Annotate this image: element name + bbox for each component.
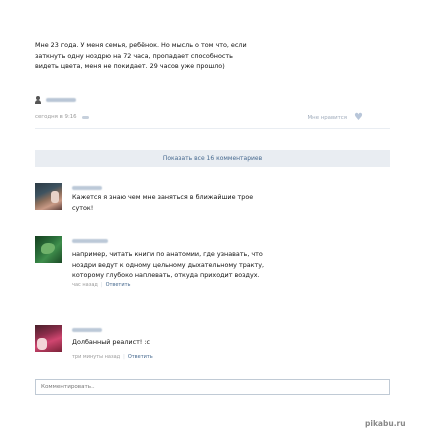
comment-text: например, читать книги по анатомии, где … (72, 249, 264, 281)
avatar[interactable] (35, 236, 62, 263)
person-icon (35, 96, 41, 104)
post-text: Мне 23 года. У меня семья, ребёнок. Но м… (35, 40, 375, 72)
comment-meta: час назад | Ответить (72, 282, 130, 288)
comment-item: Кажется я знаю чем мне заняться в ближай… (35, 183, 390, 219)
comment-time[interactable]: час назад (72, 282, 98, 288)
comment-time[interactable]: три минуты назад (72, 354, 120, 360)
watermark: pikabu.ru (365, 419, 406, 428)
comment-text-line: ноздри ведут к одному цельному дыхательн… (72, 260, 265, 269)
comment-input[interactable]: Комментировать.. (35, 379, 390, 395)
avatar[interactable] (35, 183, 62, 210)
reply-button[interactable]: Ответить (106, 282, 131, 288)
comment-text: Кажется я знаю чем мне заняться в ближай… (72, 192, 253, 213)
post-extra-blurred (81, 115, 89, 119)
comment-text: Долбанный реалист! :c (72, 337, 150, 348)
reply-button[interactable]: Ответить (128, 354, 153, 360)
comment-meta: три минуты назад | Ответить (72, 354, 153, 360)
show-all-comments-button[interactable]: Показать все 16 комментариев (35, 150, 390, 167)
post-author[interactable] (35, 96, 76, 104)
comment-author-blurred[interactable] (72, 328, 102, 332)
post-text-line: Мне 23 года. У меня семья, ребёнок. Но м… (35, 41, 247, 49)
comment-author-blurred[interactable] (72, 186, 102, 190)
separator: | (123, 354, 125, 360)
separator: | (100, 282, 103, 288)
comment-text-line: Долбанный реалист! :c (72, 338, 151, 346)
comment-text-line: Кажется я знаю чем мне заняться в ближай… (72, 193, 254, 201)
like-button[interactable]: Мне нравится ♥ (307, 112, 364, 123)
like-label: Мне нравится (307, 114, 347, 121)
comment-text-line: которому глубоко наплевать, откуда прихо… (72, 271, 260, 279)
comment-text-line: например, читать книги по анатомии, где … (72, 250, 263, 258)
divider (35, 128, 390, 129)
comment-item: например, читать книги по анатомии, где … (35, 236, 390, 296)
comment-author-blurred[interactable] (72, 239, 108, 243)
post-meta: сегодня в 9:16 Мне нравится ♥ (35, 111, 390, 123)
author-name-blurred[interactable] (46, 98, 76, 102)
avatar[interactable] (35, 325, 62, 352)
comment-item: Долбанный реалист! :c три минуты назад | О… (35, 325, 390, 365)
post-text-line: видеть цвета, меня не покидает. 29 часов… (35, 62, 225, 71)
comment-text-line: суток! (72, 203, 94, 212)
post-date[interactable]: сегодня в 9:16 (35, 114, 77, 120)
post-text-line: заткнуть одну ноздрю на 72 часа, пропада… (35, 51, 233, 60)
heart-icon: ♥ (354, 112, 363, 123)
